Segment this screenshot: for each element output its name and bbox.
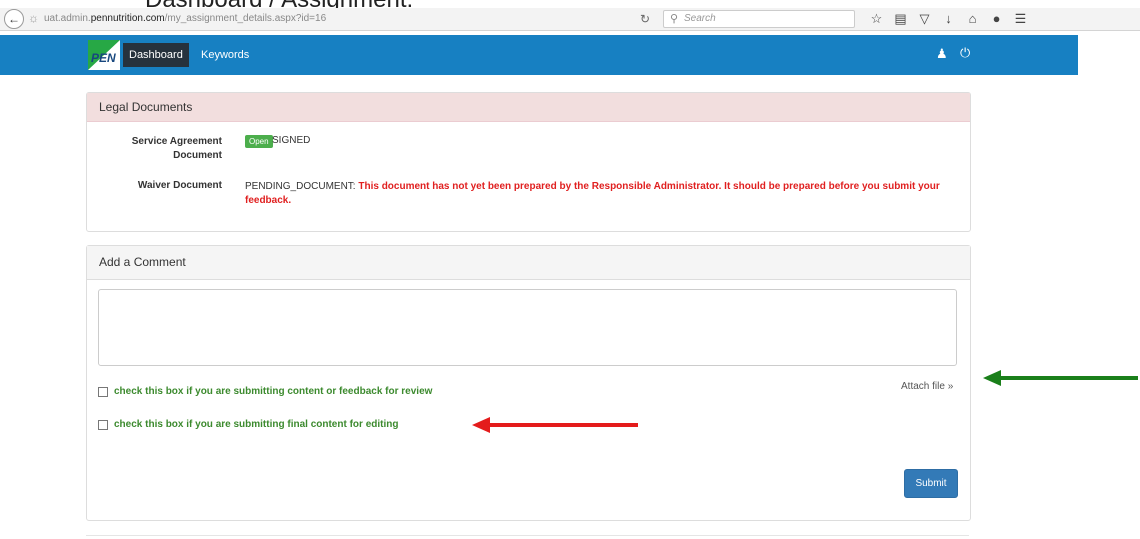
logo-text: PEN (91, 51, 116, 65)
open-document-button[interactable]: Open (245, 135, 273, 148)
menu-icon[interactable]: ☰ (1014, 11, 1027, 26)
red-arrow-annotation (488, 423, 638, 427)
site-info-icon[interactable]: ☼ (28, 11, 39, 25)
nav-keywords[interactable]: Keywords (201, 43, 249, 67)
power-icon[interactable]: ⏻ (960, 45, 970, 61)
search-icon: ⚲ (670, 13, 679, 25)
url-prefix: uat.admin. (44, 13, 91, 24)
reload-icon[interactable]: ↻ (640, 12, 650, 26)
waiver-document-label: Waiver Document (137, 180, 222, 191)
bookmarks-icon[interactable]: ▤ (894, 11, 907, 26)
legal-documents-heading: Legal Documents (87, 93, 970, 122)
final-content-checkbox-row[interactable]: check this box if you are submitting fin… (98, 419, 398, 430)
service-agreement-label: Service Agreement Document (131, 136, 222, 161)
comment-textarea[interactable] (98, 289, 957, 366)
browser-search-input[interactable]: ⚲ Search (663, 10, 855, 28)
url-domain: pennutrition.com (90, 13, 165, 24)
download-icon[interactable]: ↓ (942, 11, 955, 26)
star-icon[interactable]: ☆ (870, 11, 883, 26)
top-navbar: PEN Dashboard Keywords ♟ ⏻ (0, 35, 1078, 75)
review-checkbox[interactable] (98, 386, 108, 397)
pen-logo[interactable]: PEN (88, 40, 120, 70)
home-icon[interactable]: ⌂ (966, 11, 979, 26)
browser-toolbar: ← ☼ uat.admin.pennutrition.com/my_assign… (0, 8, 1140, 31)
attach-file-link[interactable]: Attach file » (901, 381, 953, 392)
divider (86, 535, 969, 536)
red-arrow-head (472, 417, 490, 433)
add-comment-panel: Add a Comment check this box if you are … (86, 245, 971, 521)
search-placeholder: Search (684, 13, 716, 24)
green-arrow-annotation (998, 376, 1138, 380)
chat-icon[interactable]: ● (990, 11, 1003, 26)
waiver-document-status: PENDING_DOCUMENT: This document has not … (245, 180, 955, 208)
review-checkbox-row[interactable]: check this box if you are submitting con… (98, 386, 432, 397)
service-agreement-status: SIGNED (272, 135, 311, 146)
review-checkbox-label[interactable]: check this box if you are submitting con… (114, 386, 432, 397)
green-arrow-head (983, 370, 1001, 386)
waiver-status-code: PENDING_DOCUMENT: (245, 181, 356, 192)
back-arrow-icon[interactable]: ← (4, 9, 24, 29)
add-comment-heading: Add a Comment (87, 246, 970, 280)
submit-button[interactable]: Submit (904, 469, 958, 498)
url-path: /my_assignment_details.aspx?id=16 (164, 13, 327, 24)
pocket-icon[interactable]: ▽ (918, 11, 931, 26)
user-icon[interactable]: ♟ (936, 46, 948, 62)
legal-documents-panel: Legal Documents Service Agreement Docume… (86, 92, 971, 232)
address-bar[interactable]: uat.admin.pennutrition.com/my_assignment… (44, 13, 326, 24)
final-content-checkbox[interactable] (98, 419, 108, 430)
final-content-checkbox-label[interactable]: check this box if you are submitting fin… (114, 419, 398, 430)
nav-dashboard[interactable]: Dashboard (123, 43, 189, 67)
